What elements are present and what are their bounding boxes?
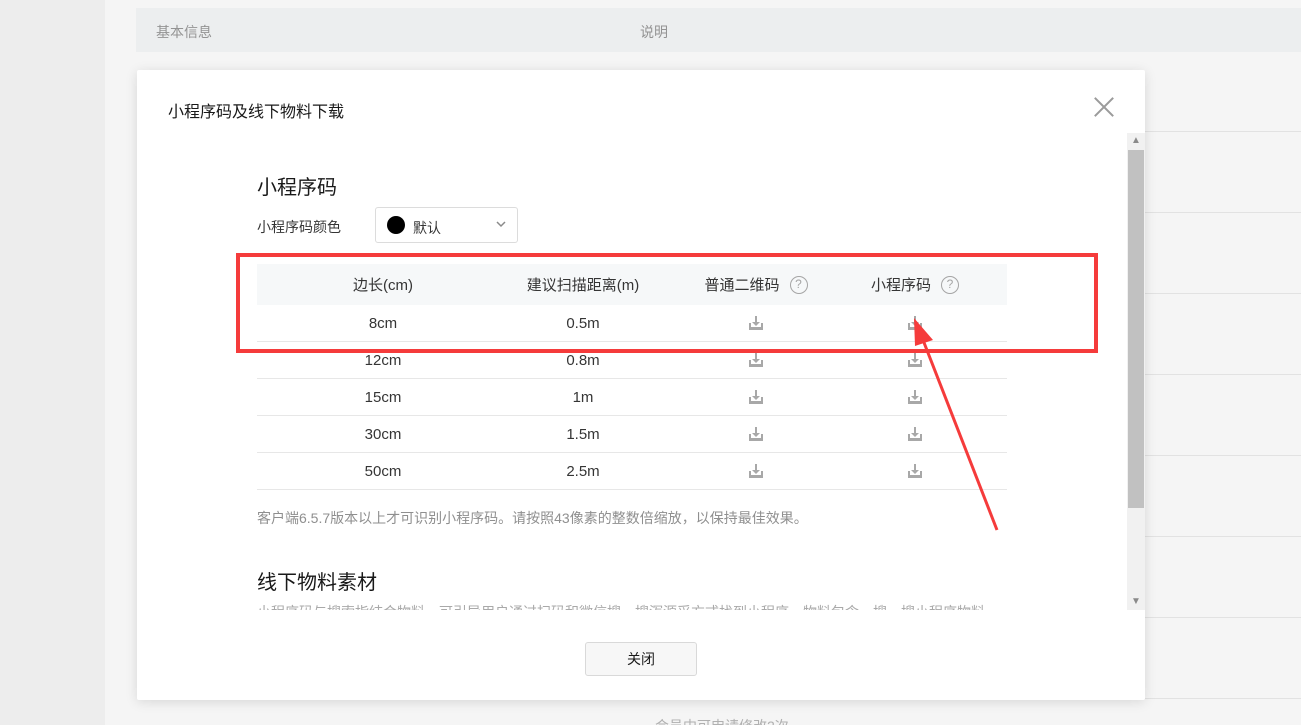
row-size: 30cm <box>364 425 402 443</box>
download-icon[interactable] <box>747 388 765 406</box>
download-icon[interactable] <box>747 462 765 480</box>
download-icon[interactable] <box>906 388 924 406</box>
scroll-up-icon[interactable]: ▲ <box>1127 133 1145 149</box>
dialog-title: 小程序码及线下物料下载 <box>168 104 345 121</box>
table-row: 15cm 1m <box>257 379 1007 416</box>
row-distance: 0.8m <box>566 351 600 369</box>
scrollbar-thumb[interactable] <box>1128 150 1144 508</box>
download-icon[interactable] <box>747 425 765 443</box>
row-size: 12cm <box>364 351 402 369</box>
scroll-down-icon[interactable]: ▼ <box>1127 594 1145 610</box>
table-row: 50cm 2.5m <box>257 453 1007 490</box>
scrollbar[interactable]: ▲ ▼ <box>1127 133 1145 610</box>
row-distance: 1.5m <box>566 425 600 443</box>
color-label: 小程序码颜色 <box>257 219 341 235</box>
version-note: 客户端6.5.7版本以上才可识别小程序码。请按照43像素的整数倍缩放，以保持最佳… <box>257 510 808 526</box>
color-swatch <box>387 216 405 234</box>
chevron-down-icon <box>496 221 506 228</box>
highlight-box <box>236 253 1098 353</box>
section-title-offline-materials: 线下物料素材 <box>257 572 377 594</box>
section-title-miniprogram-code: 小程序码 <box>257 177 337 199</box>
row-size: 50cm <box>364 462 402 480</box>
download-icon[interactable] <box>747 351 765 369</box>
download-icon[interactable] <box>906 351 924 369</box>
row-distance: 1m <box>572 388 594 406</box>
download-icon[interactable] <box>906 462 924 480</box>
close-icon[interactable] <box>1094 97 1114 117</box>
download-icon[interactable] <box>906 425 924 443</box>
download-dialog: 小程序码及线下物料下载 小程序码 小程序码颜色 默认 边长(cm) 建议扫描距离… <box>137 70 1145 700</box>
color-select-value: 默认 <box>413 220 441 236</box>
row-distance: 2.5m <box>566 462 600 480</box>
color-select[interactable]: 默认 <box>375 207 518 243</box>
table-row: 30cm 1.5m <box>257 416 1007 453</box>
row-size: 15cm <box>364 388 402 406</box>
close-button[interactable]: 关闭 <box>585 642 697 676</box>
section-description: 小程序码与搜索指结合物料，可引导用户通过扫码和微信搜一搜泻源采方式找到小程序，物… <box>257 602 1017 610</box>
dialog-body: 小程序码 小程序码颜色 默认 边长(cm) 建议扫描距离(m) 普通二维码? 小… <box>137 133 1145 610</box>
